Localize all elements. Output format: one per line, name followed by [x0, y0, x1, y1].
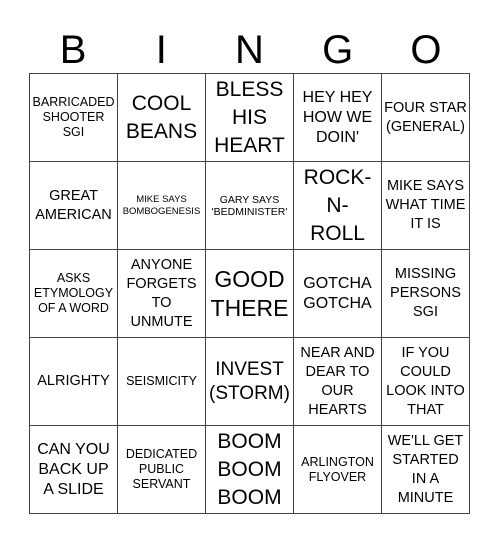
bingo-cell[interactable]: BOOM BOOM BOOM [206, 426, 294, 514]
bingo-cell[interactable]: ROCK-N-ROLL [294, 162, 382, 250]
bingo-cell[interactable]: ARLINGTON FLYOVER [294, 426, 382, 514]
cell-text: FOUR STAR (GENERAL) [384, 99, 467, 135]
bingo-cell[interactable]: WE'LL GET STARTED IN A MINUTE [382, 426, 470, 514]
bingo-cell[interactable]: GOOD THERE [206, 250, 294, 338]
bingo-cell[interactable]: FOUR STAR (GENERAL) [382, 74, 470, 162]
cell-text: ANYONE FORGETS TO UNMUTE [126, 256, 197, 330]
cell-text: MIKE SAYS WHAT TIME IT IS [385, 178, 466, 232]
cell-text: GREAT AMERICAN [35, 187, 112, 223]
header-letter-b: B [59, 28, 87, 72]
bingo-cell[interactable]: BLESS HIS HEART [206, 74, 294, 162]
cell-text: ALRIGHTY [37, 373, 110, 389]
bingo-cell[interactable]: BARRICADED SHOOTER SGI [30, 74, 118, 162]
bingo-cell[interactable]: ALRIGHTY [30, 338, 118, 426]
cell-text: IF YOU COULD LOOK INTO THAT [386, 344, 465, 418]
bingo-cell[interactable]: NEAR AND DEAR TO OUR HEARTS [294, 338, 382, 426]
bingo-cell[interactable]: GOTCHA GOTCHA [294, 250, 382, 338]
cell-text: MIKE SAYS BOMBOGENESIS [122, 193, 201, 217]
bingo-cell[interactable]: MISSING PERSONS SGI [382, 250, 470, 338]
bingo-cell[interactable]: HEY HEY HOW WE DOIN' [294, 74, 382, 162]
bingo-cell[interactable]: IF YOU COULD LOOK INTO THAT [382, 338, 470, 426]
bingo-cell[interactable]: MIKE SAYS BOMBOGENESIS [118, 162, 206, 250]
cell-text: CAN YOU BACK UP A SLIDE [37, 440, 110, 498]
cell-text: BOOM BOOM BOOM [217, 429, 282, 509]
cell-text: BARRICADED SHOOTER SGI [32, 95, 115, 139]
cell-text: SEISMICITY [126, 374, 197, 388]
bingo-board: BARRICADED SHOOTER SGI COOL BEANS BLESS … [29, 73, 470, 514]
cell-text: DEDICATED PUBLIC SERVANT [125, 447, 198, 491]
cell-text: BLESS HIS HEART [214, 77, 285, 157]
bingo-cell[interactable]: ANYONE FORGETS TO UNMUTE [118, 250, 206, 338]
bingo-cell[interactable]: SEISMICITY [118, 338, 206, 426]
bingo-cell[interactable]: ASKS ETYMOLOGY OF A WORD [30, 250, 118, 338]
header-letter-g: G [322, 28, 354, 72]
cell-text: MISSING PERSONS SGI [390, 266, 461, 320]
bingo-cell[interactable]: COOL BEANS [118, 74, 206, 162]
bingo-header: B I N G O [29, 28, 470, 73]
cell-text: GOTCHA GOTCHA [303, 274, 372, 312]
cell-text: ASKS ETYMOLOGY OF A WORD [33, 271, 114, 315]
cell-text: COOL BEANS [125, 91, 198, 143]
bingo-cell[interactable]: CAN YOU BACK UP A SLIDE [30, 426, 118, 514]
bingo-cell[interactable]: GREAT AMERICAN [30, 162, 118, 250]
cell-text: NEAR AND DEAR TO OUR HEARTS [300, 344, 375, 418]
bingo-cell[interactable]: DEDICATED PUBLIC SERVANT [118, 426, 206, 514]
cell-text: WE'LL GET STARTED IN A MINUTE [387, 432, 464, 506]
cell-text: GARY SAYS 'BEDMINISTER' [211, 193, 288, 218]
header-letter-i: I [155, 28, 167, 72]
bingo-cell[interactable]: INVEST (STORM) [206, 338, 294, 426]
cell-text: HEY HEY HOW WE DOIN' [302, 88, 373, 146]
header-letter-n: N [235, 28, 264, 72]
cell-text: ARLINGTON FLYOVER [301, 454, 374, 484]
cell-text: ROCK-N-ROLL [303, 165, 372, 245]
header-letter-o: O [410, 28, 442, 72]
cell-text: INVEST (STORM) [209, 358, 290, 404]
cell-text: GOOD THERE [210, 265, 289, 321]
bingo-cell[interactable]: GARY SAYS 'BEDMINISTER' [206, 162, 294, 250]
bingo-cell[interactable]: MIKE SAYS WHAT TIME IT IS [382, 162, 470, 250]
